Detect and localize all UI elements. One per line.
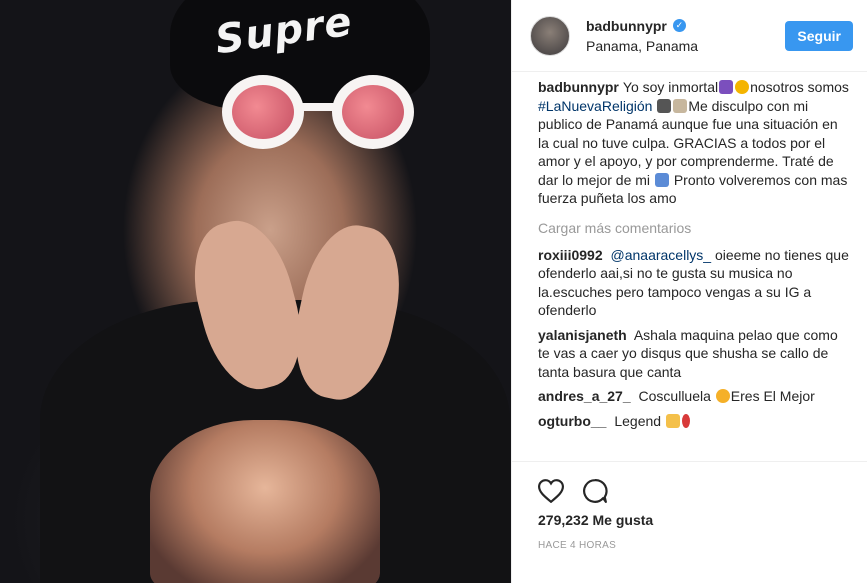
- pin-emoji-icon: [681, 413, 690, 428]
- heart-icon[interactable]: [538, 479, 564, 503]
- caption-author-link[interactable]: badbunnypr: [538, 79, 619, 95]
- raising-hands-emoji-icon: [665, 413, 680, 428]
- likes-count[interactable]: 279,232 Me gusta: [538, 512, 849, 528]
- comment-author-link[interactable]: andres_a_27_: [538, 388, 631, 404]
- comment-item: andres_a_27_ Cosculluela Eres El Mejor: [538, 387, 849, 406]
- dice-emoji-icon: [719, 80, 734, 94]
- post-timestamp[interactable]: HACE 4 HORAS: [538, 540, 849, 551]
- photo-shirt-graphic: [150, 420, 380, 583]
- location-link[interactable]: Panama, Panama: [586, 38, 785, 54]
- hashtag-link[interactable]: #LaNuevaReligión: [538, 98, 652, 114]
- username-link[interactable]: badbunnypr: [586, 18, 667, 34]
- flag-emoji-icon: [657, 98, 672, 113]
- post-actions: 279,232 Me gusta HACE 4 HORAS: [512, 461, 867, 583]
- comment-author-link[interactable]: ogturbo__: [538, 413, 606, 429]
- verified-icon: ✓: [672, 19, 686, 32]
- comment-text: Legend: [614, 412, 662, 429]
- person-emoji-icon: [673, 98, 688, 113]
- post-side-panel: badbunnypr ✓ Panama, Panama Seguir badbu…: [511, 0, 867, 583]
- post-photo[interactable]: Supre: [0, 0, 511, 583]
- comment-item: yalanisjaneth Ashala maquina pelao que c…: [538, 326, 849, 382]
- face-emoji-icon: [735, 80, 750, 94]
- load-more-comments-button[interactable]: Cargar más comentarios: [538, 220, 849, 236]
- praying-emoji-icon: [654, 172, 669, 187]
- user-info: badbunnypr ✓ Panama, Panama: [586, 18, 785, 54]
- follow-button[interactable]: Seguir: [785, 20, 853, 51]
- post-caption: badbunnypr Yo soy inmortal nosotros somos …: [538, 78, 849, 208]
- comment-author-link[interactable]: roxiii0992: [538, 247, 603, 263]
- comment-item: roxiii0992 @anaaracellys_ oieeme no tien…: [538, 246, 849, 320]
- heart-eyes-emoji-icon: [715, 389, 730, 403]
- comment-text: Cosculluela: [638, 388, 711, 404]
- post-header: badbunnypr ✓ Panama, Panama Seguir: [512, 0, 867, 72]
- comment-text-after: Eres El Mejor: [730, 388, 815, 404]
- avatar[interactable]: [530, 15, 570, 56]
- comment-icon[interactable]: [582, 478, 608, 504]
- comments-list: badbunnypr Yo soy inmortal nosotros somos …: [512, 72, 867, 461]
- photo-glasses: [222, 75, 422, 155]
- caption-text-2: nosotros somos: [750, 79, 849, 95]
- comment-item: ogturbo__ Legend: [538, 412, 849, 431]
- caption-text-1: Yo soy inmortal: [622, 79, 719, 95]
- mention-link[interactable]: @anaaracellys_: [611, 247, 712, 263]
- instagram-post: Supre badbunnypr ✓ Panama, Panama Seguir…: [0, 0, 867, 583]
- comment-author-link[interactable]: yalanisjaneth: [538, 327, 627, 343]
